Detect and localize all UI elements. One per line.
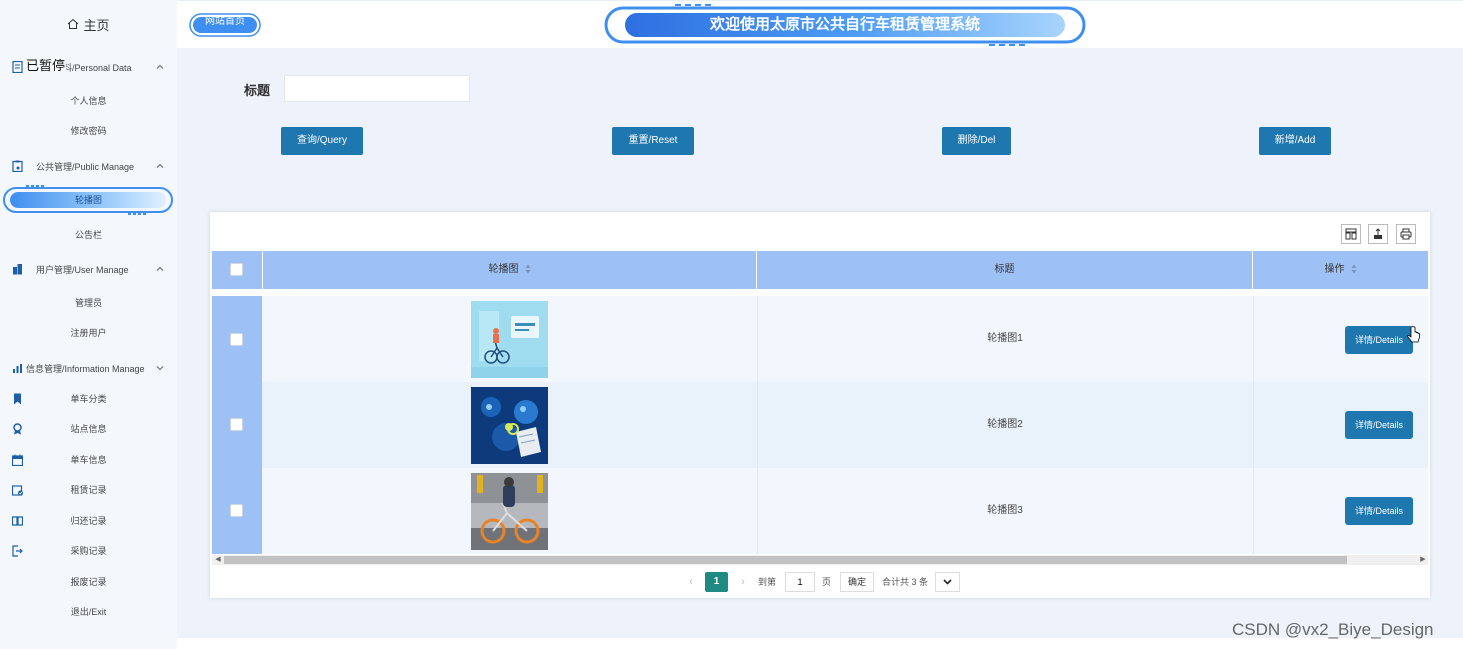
sidebar-item-exit[interactable]: 退出/Exit <box>0 603 177 621</box>
row-checkbox[interactable] <box>230 333 243 346</box>
row-title: 轮播图2 <box>987 419 1023 430</box>
details-button[interactable]: 详情/Details <box>1345 497 1413 525</box>
sidebar-item-bike-category[interactable]: 单车分类 <box>0 390 177 408</box>
print-icon <box>1400 228 1412 240</box>
export-icon <box>1374 228 1382 239</box>
column-header-label: 轮播图 <box>488 264 519 275</box>
page-unit-label: 页 <box>822 577 832 587</box>
sidebar-item-admin[interactable]: 管理员 <box>0 294 177 312</box>
export-button[interactable] <box>1368 224 1388 244</box>
next-page-button[interactable]: › <box>736 573 750 591</box>
column-divider <box>1253 296 1254 554</box>
pointer-cursor-icon <box>1407 326 1420 343</box>
sidebar-item-notice[interactable]: 公告栏 <box>0 226 177 244</box>
details-button[interactable]: 详情/Details <box>1345 326 1413 354</box>
carousel-image-1 <box>471 301 548 378</box>
clipboard-icon <box>12 160 23 172</box>
details-button[interactable]: 详情/Details <box>1345 411 1413 439</box>
goto-page-input[interactable] <box>785 572 815 592</box>
title-search-label: 标题 <box>244 83 271 98</box>
column-header-carousel[interactable]: 轮播图 <box>262 251 757 289</box>
badge-icon <box>13 423 22 435</box>
goto-label: 到第 <box>758 577 777 587</box>
sidebar-item-label: 单车信息 <box>70 455 107 465</box>
chevron-down-icon <box>943 579 952 585</box>
sidebar-item-scrap[interactable]: 报废记录 <box>0 573 177 591</box>
banner-title: 欢迎使用太原市公共自行车租赁管理系统 <box>709 16 980 33</box>
sidebar-item-users[interactable]: 注册用户 <box>0 324 177 342</box>
query-button[interactable]: 查询/Query <box>281 127 363 155</box>
building-icon <box>13 264 22 275</box>
column-header-label: 操作 <box>1324 264 1345 275</box>
sidebar-item-rental[interactable]: 租赁记录 <box>0 481 177 499</box>
select-all-checkbox[interactable] <box>230 263 243 276</box>
sidebar-item-label: 归还记录 <box>70 516 107 526</box>
calendar-icon <box>12 454 23 466</box>
logout-icon <box>12 545 23 557</box>
sidebar-item-station[interactable]: 站点信息 <box>0 420 177 438</box>
sidebar-item-purchase[interactable]: 采购记录 <box>0 542 177 560</box>
sidebar-item-label: 租赁记录 <box>70 485 107 495</box>
document-icon <box>12 61 23 73</box>
scroll-right-arrow[interactable]: ▶ <box>1418 555 1428 565</box>
sort-icon <box>525 264 530 274</box>
watermark: CSDN @vx2_Biye_Design <box>1232 620 1434 639</box>
sidebar-group-label: 用户管理/User Manage <box>36 265 129 275</box>
site-home-link[interactable]: 网站首页 <box>191 12 259 32</box>
row-title: 轮播图3 <box>987 505 1023 516</box>
sidebar-group-public[interactable]: 公共管理/Public Manage <box>0 156 177 176</box>
chevron-up-icon <box>156 163 164 168</box>
home-icon <box>68 18 79 29</box>
reset-button[interactable]: 重置/Reset <box>612 127 694 155</box>
row-title: 轮播图1 <box>987 333 1023 344</box>
delete-button[interactable]: 删除/Del <box>942 127 1011 155</box>
page-size-select[interactable] <box>935 572 960 592</box>
carousel-image-3 <box>471 473 548 550</box>
chevron-down-icon <box>156 366 164 371</box>
row-checkbox[interactable] <box>230 418 243 431</box>
sidebar-item-label: 单车分类 <box>70 394 107 404</box>
bookmark-icon <box>14 393 21 405</box>
print-button[interactable] <box>1396 224 1416 244</box>
book-icon <box>12 516 23 526</box>
column-header-label: 标题 <box>994 264 1015 275</box>
add-button[interactable]: 新增/Add <box>1259 127 1331 155</box>
calendar-check-icon <box>12 485 23 496</box>
sidebar-group-user[interactable]: 用户管理/User Manage <box>0 259 177 279</box>
sidebar-group-info[interactable]: 信息管理/Information Manage <box>0 358 177 378</box>
sidebar-item-bike-info[interactable]: 单车信息 <box>0 451 177 469</box>
scrollbar-thumb[interactable] <box>224 556 1347 564</box>
column-header-actions[interactable]: 操作 <box>1253 251 1428 289</box>
sidebar-home[interactable]: 主页 <box>0 10 177 38</box>
chevron-up-icon <box>156 266 164 271</box>
total-count: 合计共 3 条 <box>882 577 929 587</box>
current-page[interactable]: 1 <box>705 572 728 592</box>
sidebar-group-label: 公共管理/Public Manage <box>36 162 135 172</box>
column-header-title: 标题 <box>757 251 1253 289</box>
sidebar-item-label: 站点信息 <box>70 424 107 434</box>
prev-page-button[interactable]: ‹ <box>684 573 698 591</box>
goto-confirm-button[interactable]: 确定 <box>840 572 874 592</box>
sidebar-item-return[interactable]: 归还记录 <box>0 512 177 530</box>
chevron-up-icon <box>156 64 164 69</box>
columns-filter-button[interactable] <box>1341 224 1361 244</box>
scroll-left-arrow[interactable]: ◀ <box>213 555 223 565</box>
paused-tag: 已暂停 <box>25 55 67 74</box>
sidebar-item-profile[interactable]: 个人信息 <box>0 92 177 110</box>
sidebar-item-label: 采购记录 <box>70 546 107 556</box>
carousel-image-2 <box>471 387 548 464</box>
row-checkbox[interactable] <box>230 504 243 517</box>
sidebar-item-password[interactable]: 修改密码 <box>0 122 177 140</box>
sidebar-item-carousel[interactable]: 轮播图 <box>0 191 177 209</box>
title-search-input[interactable] <box>284 75 470 102</box>
sort-icon <box>1351 264 1356 274</box>
sidebar-home-label: 主页 <box>83 17 110 33</box>
sidebar-group-label: 信息管理/Information Manage <box>26 364 145 374</box>
columns-icon <box>1345 228 1357 240</box>
chart-icon <box>13 364 22 373</box>
